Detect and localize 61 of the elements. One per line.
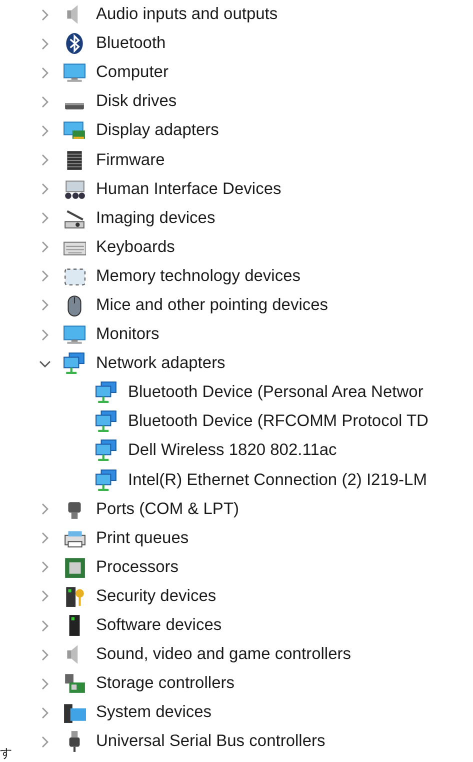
chevron-right-icon[interactable] — [39, 96, 51, 108]
tree-item[interactable]: System devices — [96, 703, 212, 722]
chevron-right-icon[interactable] — [39, 212, 51, 224]
chevron-right-icon[interactable] — [39, 503, 51, 516]
network-icon — [95, 410, 118, 434]
chevron-right-icon[interactable] — [39, 154, 51, 166]
tree-item[interactable]: Audio inputs and outputs — [96, 5, 278, 24]
tree-item[interactable]: Keyboards — [96, 238, 175, 257]
tree-item[interactable]: Software devices — [96, 616, 222, 636]
partial-text: す — [0, 745, 12, 762]
chevron-right-icon[interactable] — [39, 270, 51, 282]
chevron-right-icon[interactable] — [39, 561, 51, 574]
tree-item[interactable]: Firmware — [96, 150, 165, 170]
tree-item[interactable]: Computer — [96, 63, 168, 82]
chevron-right-icon[interactable] — [39, 241, 51, 254]
tree-item[interactable]: Mice and other pointing devices — [96, 296, 328, 315]
tree-item[interactable]: Processors — [96, 558, 179, 577]
tree-item[interactable]: Monitors — [96, 325, 160, 344]
chevron-right-icon[interactable] — [39, 183, 51, 196]
chevron-right-icon[interactable] — [39, 620, 51, 632]
tree-item[interactable]: Network adapters — [96, 354, 226, 374]
chevron-right-icon[interactable] — [39, 8, 51, 21]
chevron-right-icon[interactable] — [39, 678, 51, 690]
chevron-right-icon[interactable] — [39, 736, 51, 748]
chevron-right-icon[interactable] — [39, 38, 51, 50]
tree-item[interactable]: Security devices — [96, 586, 216, 606]
tree-item[interactable]: Bluetooth — [96, 34, 166, 54]
tree-item[interactable]: Imaging devices — [96, 208, 216, 228]
chevron-right-icon[interactable] — [39, 124, 51, 137]
tree-item[interactable]: Disk drives — [96, 92, 177, 112]
tree-item[interactable]: Dell Wireless 1820 802.11ac — [128, 441, 337, 460]
chevron-right-icon[interactable] — [39, 66, 51, 79]
chevron-right-icon[interactable] — [39, 532, 51, 544]
disk-drive-icon — [65, 102, 84, 110]
system-folder-icon — [63, 701, 86, 724]
processor-icon — [63, 556, 86, 579]
storage-controller-icon — [63, 672, 86, 696]
network-icon — [63, 352, 86, 376]
tree-item[interactable]: Bluetooth Device (Personal Area Networ — [128, 383, 424, 402]
network-icon — [95, 468, 118, 492]
tree-item[interactable]: Ports (COM & LPT) — [96, 500, 240, 519]
tree-item[interactable]: Storage controllers — [96, 674, 234, 694]
tree-item[interactable]: Sound, video and game controllers — [96, 645, 351, 664]
tree-item[interactable]: Display adapters — [96, 121, 219, 140]
chevron-right-icon[interactable] — [39, 706, 51, 719]
chevron-right-icon[interactable] — [39, 328, 51, 341]
monitor-icon — [63, 323, 86, 346]
security-key-icon — [63, 584, 86, 608]
network-icon — [95, 381, 118, 404]
tree-item[interactable]: Universal Serial Bus controllers — [96, 732, 326, 752]
chevron-right-icon[interactable] — [39, 648, 51, 661]
tree-item[interactable]: Print queues — [96, 528, 189, 548]
tree-item[interactable]: Intel(R) Ethernet Connection (2) I219-LM — [128, 470, 427, 490]
chevron-right-icon[interactable] — [39, 299, 51, 312]
tree-item[interactable]: Memory technology devices — [96, 266, 301, 286]
monitor-icon — [63, 61, 86, 84]
tree-item[interactable]: Human Interface Devices — [96, 180, 282, 199]
network-icon — [95, 439, 118, 462]
tree-item[interactable]: Bluetooth Device (RFCOMM Protocol TD — [128, 412, 428, 432]
bluetooth-icon — [63, 32, 86, 56]
chevron-right-icon[interactable] — [39, 590, 51, 602]
